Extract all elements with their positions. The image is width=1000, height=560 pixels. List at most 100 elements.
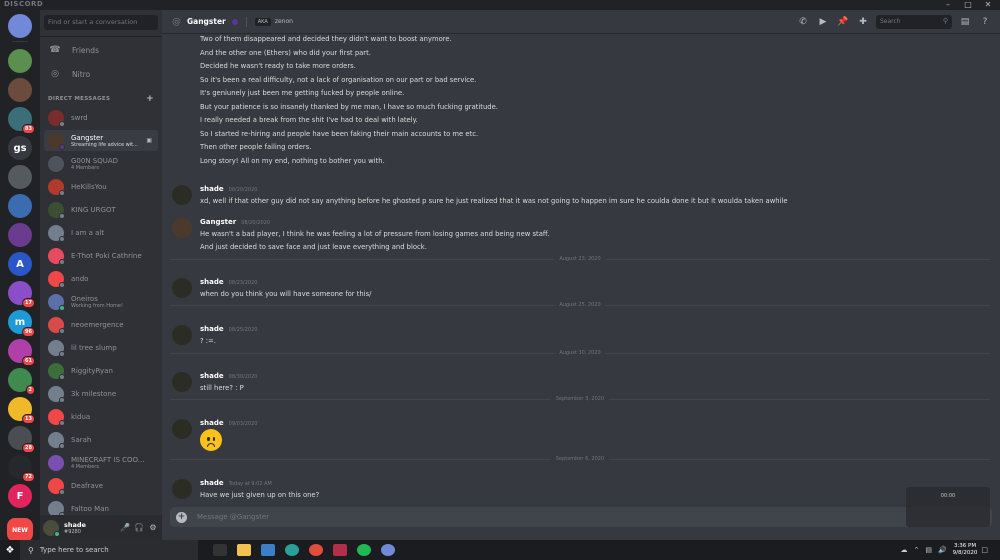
deafen-headphones-icon[interactable]: 🎧 <box>132 523 146 532</box>
settings-gear-icon[interactable]: ⚙ <box>146 523 160 532</box>
dm-item[interactable]: swrd <box>44 107 158 128</box>
spotify-icon[interactable] <box>357 544 371 556</box>
notifications-icon[interactable]: □ <box>981 546 988 554</box>
dm-header: DIRECT MESSAGES + <box>48 94 158 104</box>
dm-item[interactable]: Oneiros Working from Home! <box>44 291 158 312</box>
task-view-icon[interactable] <box>213 544 227 556</box>
author-avatar[interactable] <box>172 419 192 439</box>
server-icon[interactable] <box>8 223 32 247</box>
author-avatar[interactable] <box>172 479 192 499</box>
edge-icon[interactable] <box>285 544 299 556</box>
author-name[interactable]: shade <box>200 419 224 427</box>
search-placeholder: Search <box>880 18 901 25</box>
close-button[interactable]: ✕ <box>978 0 998 9</box>
dm-item[interactable]: ando <box>44 268 158 289</box>
network-icon[interactable]: ▤ <box>925 546 932 554</box>
server-icon[interactable]: F <box>8 484 32 508</box>
close-dm-icon[interactable]: ▣ <box>146 137 152 144</box>
chevron-up-icon[interactable]: ⌃ <box>913 546 919 554</box>
dm-item[interactable]: Sarah <box>44 429 158 450</box>
dm-search-input[interactable]: Find or start a conversation <box>44 15 158 30</box>
message-text: still here? : P <box>200 384 244 392</box>
server-list: 83 gs A 17 m 96 61 2 13 28 72 F NEW <box>0 10 40 540</box>
author-name[interactable]: shade <box>200 325 224 333</box>
weather-icon[interactable]: ☁ <box>900 546 907 554</box>
clock[interactable]: 3:36 PM 9/8/2020 <box>953 543 978 557</box>
windows-start-icon[interactable]: ❖ <box>0 545 20 556</box>
add-friend-icon[interactable]: ✚ <box>856 15 870 29</box>
chrome-icon[interactable] <box>309 544 323 556</box>
dm-item[interactable]: Gangster Streaming life advice wit... ▣ <box>44 130 158 151</box>
server-icon[interactable]: A <box>8 252 32 276</box>
upload-plus-icon[interactable]: + <box>176 511 187 523</box>
server-icon[interactable]: 83 <box>8 107 35 134</box>
dm-item[interactable]: G00N SQUAD 4 Members <box>44 153 158 174</box>
dm-item[interactable]: kidua <box>44 406 158 427</box>
volume-icon[interactable]: 🔊 <box>938 546 947 554</box>
server-icon[interactable] <box>8 165 32 189</box>
voice-call-icon[interactable]: ✆ <box>796 15 810 29</box>
author-name[interactable]: shade <box>200 372 224 380</box>
dm-item[interactable]: neoemergence <box>44 314 158 335</box>
server-icon[interactable]: 13 <box>8 397 35 424</box>
server-icon[interactable]: 2 <box>8 368 35 395</box>
author-name[interactable]: shade <box>200 278 224 286</box>
inbox-icon[interactable]: ▤ <box>958 15 972 29</box>
dm-item[interactable]: E-Thot Poki Cathrine <box>44 245 158 266</box>
author-name[interactable]: shade <box>200 479 224 487</box>
timestamp: Today at 9:02 AM <box>228 481 272 487</box>
server-icon[interactable]: gs <box>8 136 32 160</box>
new-server-button[interactable]: NEW <box>7 518 33 540</box>
search-input[interactable]: Search ⚲ <box>876 15 952 29</box>
dm-item[interactable]: lil tree slump <box>44 337 158 358</box>
video-call-icon[interactable]: ▶ <box>816 15 830 29</box>
store-icon[interactable] <box>261 544 275 556</box>
nitro-nav[interactable]: ◎ Nitro <box>44 64 158 84</box>
author-name[interactable]: shade <box>200 185 224 193</box>
app-icon[interactable] <box>333 544 347 556</box>
mute-mic-icon[interactable]: 🎤 <box>118 523 132 532</box>
discord-taskbar-icon[interactable] <box>381 544 395 556</box>
discord-home-icon[interactable] <box>8 14 32 38</box>
author-avatar[interactable] <box>172 372 192 392</box>
server-icon[interactable] <box>8 78 32 102</box>
dm-avatar <box>48 454 64 471</box>
server-icon[interactable]: m 96 <box>8 310 35 337</box>
friends-nav[interactable]: ☎ Friends <box>44 40 158 60</box>
server-icon[interactable] <box>8 49 32 73</box>
dm-item[interactable]: MINECRAFT IS COO... 4 Members <box>44 452 158 473</box>
author-name[interactable]: Gangster <box>200 218 236 226</box>
author-avatar[interactable] <box>172 325 192 345</box>
search-icon: ⚲ <box>28 545 34 555</box>
streaming-status-icon <box>231 18 238 25</box>
create-dm-button[interactable]: + <box>146 94 154 104</box>
server-icon[interactable]: 61 <box>8 339 35 366</box>
file-explorer-icon[interactable] <box>237 544 251 556</box>
help-icon[interactable]: ? <box>978 15 992 29</box>
author-avatar[interactable] <box>172 278 192 298</box>
dm-item[interactable]: Deafrave <box>44 475 158 496</box>
message-line: And the other one (Ethers) who did your … <box>200 48 371 57</box>
message-line: So I started re-hiring and people have b… <box>200 129 479 138</box>
status-icon <box>59 373 65 380</box>
user-avatar[interactable] <box>43 519 60 537</box>
pinned-messages-icon[interactable]: 📌 <box>836 15 850 29</box>
taskbar-search[interactable]: ⚲ Type here to search <box>20 540 198 560</box>
dm-subtext: 4 Members <box>71 463 99 470</box>
dm-item[interactable]: HeKillsYou <box>44 176 158 197</box>
dm-item[interactable]: I am a alt <box>44 222 158 243</box>
author-avatar[interactable] <box>172 218 192 238</box>
message-composer[interactable]: + Message @Gangster <box>170 507 992 527</box>
maximize-button[interactable]: □ <box>958 0 978 9</box>
author-avatar[interactable] <box>172 185 192 205</box>
server-icon[interactable]: 72 <box>8 455 35 482</box>
message-input[interactable]: Message @Gangster <box>197 513 269 521</box>
server-icon[interactable]: 17 <box>8 281 35 308</box>
server-icon[interactable] <box>8 194 32 218</box>
dm-item[interactable]: KING URGOT <box>44 199 158 220</box>
dm-name: HeKillsYou <box>71 182 107 191</box>
dm-item[interactable]: RiggityRyan <box>44 360 158 381</box>
minimize-button[interactable]: – <box>938 0 958 9</box>
dm-item[interactable]: 3k milestone <box>44 383 158 404</box>
server-icon[interactable]: 28 <box>8 426 35 453</box>
